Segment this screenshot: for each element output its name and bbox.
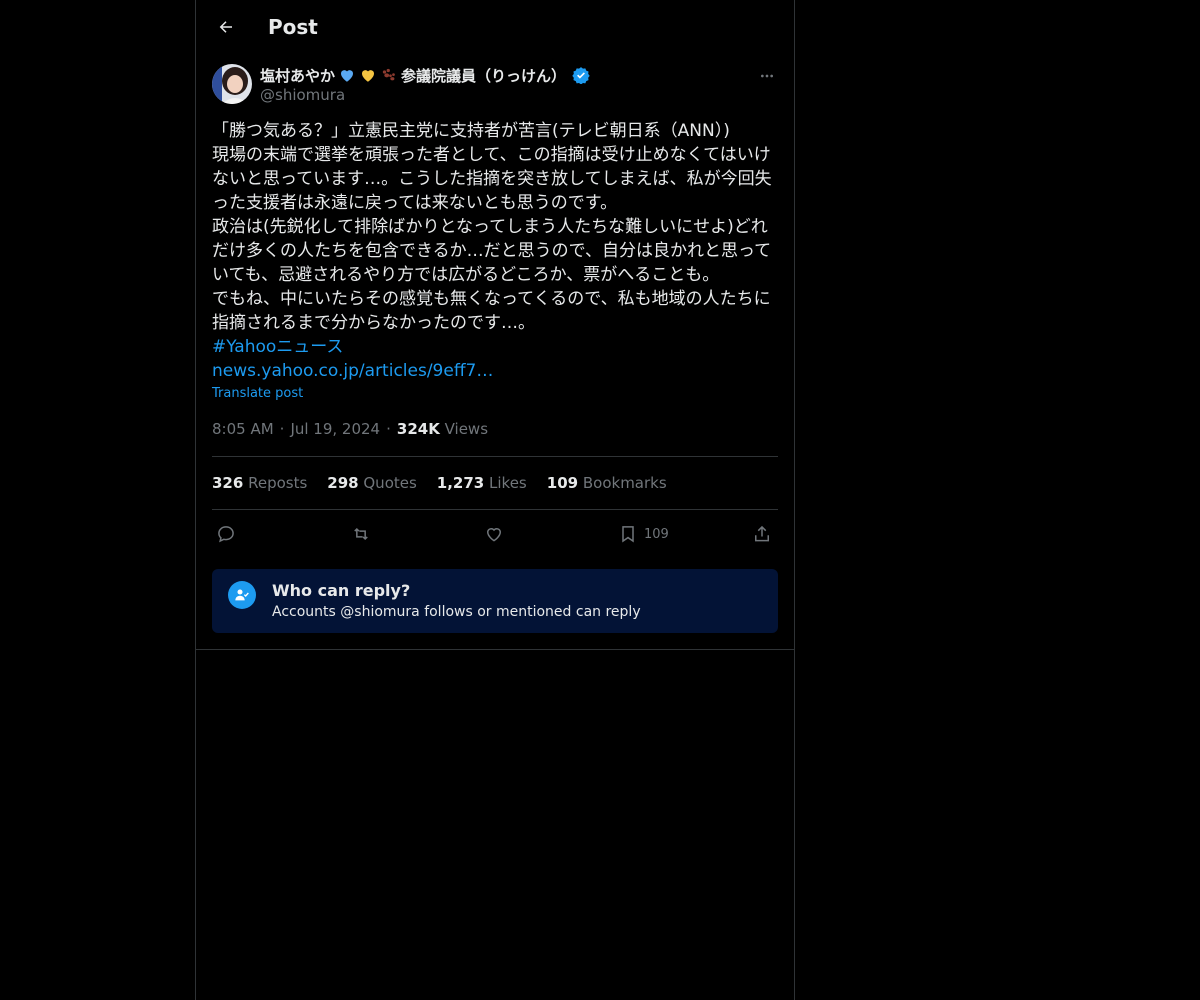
- divider: [212, 509, 778, 510]
- post-line: った支援者は永遠に戻っては来ないとも思うのです。: [212, 193, 618, 213]
- avatar[interactable]: [212, 64, 252, 104]
- more-options-button[interactable]: [756, 66, 778, 86]
- views-label: Views: [444, 420, 489, 438]
- bookmark-icon: [622, 526, 634, 543]
- likes-stat[interactable]: 1,273 Likes: [437, 474, 527, 492]
- post-line: だけ多くの人たちを包含できるか…だと思うので、自分は良かれと思って: [212, 241, 772, 261]
- like-button[interactable]: [484, 520, 504, 548]
- post-column: Post 塩村あやか 参議院議員（りっけん） @shiomura 「勝つ気ある？…: [195, 0, 795, 1000]
- translate-post-link[interactable]: Translate post: [212, 386, 303, 401]
- views-count: 324K: [396, 420, 440, 438]
- bookmark-count: 109: [644, 526, 669, 542]
- author-name-row[interactable]: 塩村あやか 参議院議員（りっけん）: [260, 64, 590, 86]
- post-line: 現場の末端で選挙を頑張った者として、この指摘は受け止めなくてはいけ: [212, 145, 771, 165]
- quotes-stat[interactable]: 298 Quotes: [327, 474, 417, 492]
- bookmarks-stat[interactable]: 109 Bookmarks: [547, 474, 667, 492]
- reply-icon: [218, 526, 234, 543]
- page-title: Post: [268, 15, 318, 39]
- post-line: ないと思っています…。こうした指摘を突き放してしまえば、私が今回失: [212, 169, 772, 189]
- post-time[interactable]: 8:05 AM: [212, 420, 274, 438]
- post-views: 324K Views: [397, 420, 488, 438]
- post-stats: 326 Reposts 298 Quotes 1,273 Likes 109 B…: [212, 474, 667, 492]
- hashtag-link[interactable]: #Yahooニュース: [212, 337, 343, 357]
- user-check-icon: [228, 581, 256, 609]
- article-link[interactable]: news.yahoo.co.jp/articles/9eff7…: [212, 361, 493, 381]
- repost-icon: [354, 527, 368, 541]
- back-button[interactable]: [212, 13, 240, 41]
- post-line: 政治は(先鋭化して排除ばかりとなってしまう人たちな難しいにせよ)どれ: [212, 217, 768, 237]
- reply-button[interactable]: [216, 520, 236, 548]
- post-line: いても、忌避されるやり方では広がるどころか、票がへることも。: [212, 265, 720, 285]
- author-name: 塩村あやか: [260, 66, 336, 85]
- yellow-heart-icon: [362, 70, 375, 82]
- heart-icon: [486, 528, 502, 542]
- repost-button[interactable]: [350, 520, 372, 548]
- verified-badge-icon: [572, 67, 590, 84]
- share-button[interactable]: [752, 520, 772, 548]
- reply-restriction-subtitle: Accounts @shiomura follows or mentioned …: [272, 604, 641, 620]
- post-line: 「勝つ気ある？」立憲民主党に支持者が苦言(テレビ朝日系（ANN）): [212, 121, 730, 141]
- reply-restriction-notice: Who can reply? Accounts @shiomura follow…: [212, 569, 778, 633]
- blue-heart-icon: [341, 70, 354, 82]
- meta-separator: ·: [386, 420, 391, 438]
- post-date[interactable]: Jul 19, 2024: [290, 420, 380, 438]
- post-author: 塩村あやか 参議院議員（りっけん） @shiomura: [212, 64, 778, 108]
- post-line: でもね、中にいたらその感覚も無くなってくるので、私も地域の人たちに: [212, 289, 771, 309]
- post-actions: 109: [212, 520, 778, 548]
- post-meta: 8:05 AM · Jul 19, 2024 · 324K Views: [212, 420, 488, 438]
- author-handle[interactable]: @shiomura: [260, 86, 345, 104]
- arrow-left-icon: [219, 21, 232, 33]
- post-header: Post: [196, 0, 794, 53]
- share-icon: [755, 525, 769, 542]
- author-title: 参議院議員（りっけん）: [401, 66, 567, 85]
- reply-restriction-title: Who can reply?: [272, 581, 411, 600]
- divider: [212, 456, 778, 457]
- meta-separator: ·: [279, 420, 285, 438]
- divider: [196, 649, 794, 650]
- post-text: 「勝つ気ある？」立憲民主党に支持者が苦言(テレビ朝日系（ANN）) 現場の末端で…: [212, 119, 778, 383]
- post-line: 指摘されるまで分からなかったのです…。: [212, 313, 535, 333]
- bookmark-button[interactable]: 109: [618, 520, 669, 548]
- reposts-stat[interactable]: 326 Reposts: [212, 474, 307, 492]
- more-horizontal-icon: [761, 74, 773, 78]
- paw-prints-icon: [382, 68, 395, 81]
